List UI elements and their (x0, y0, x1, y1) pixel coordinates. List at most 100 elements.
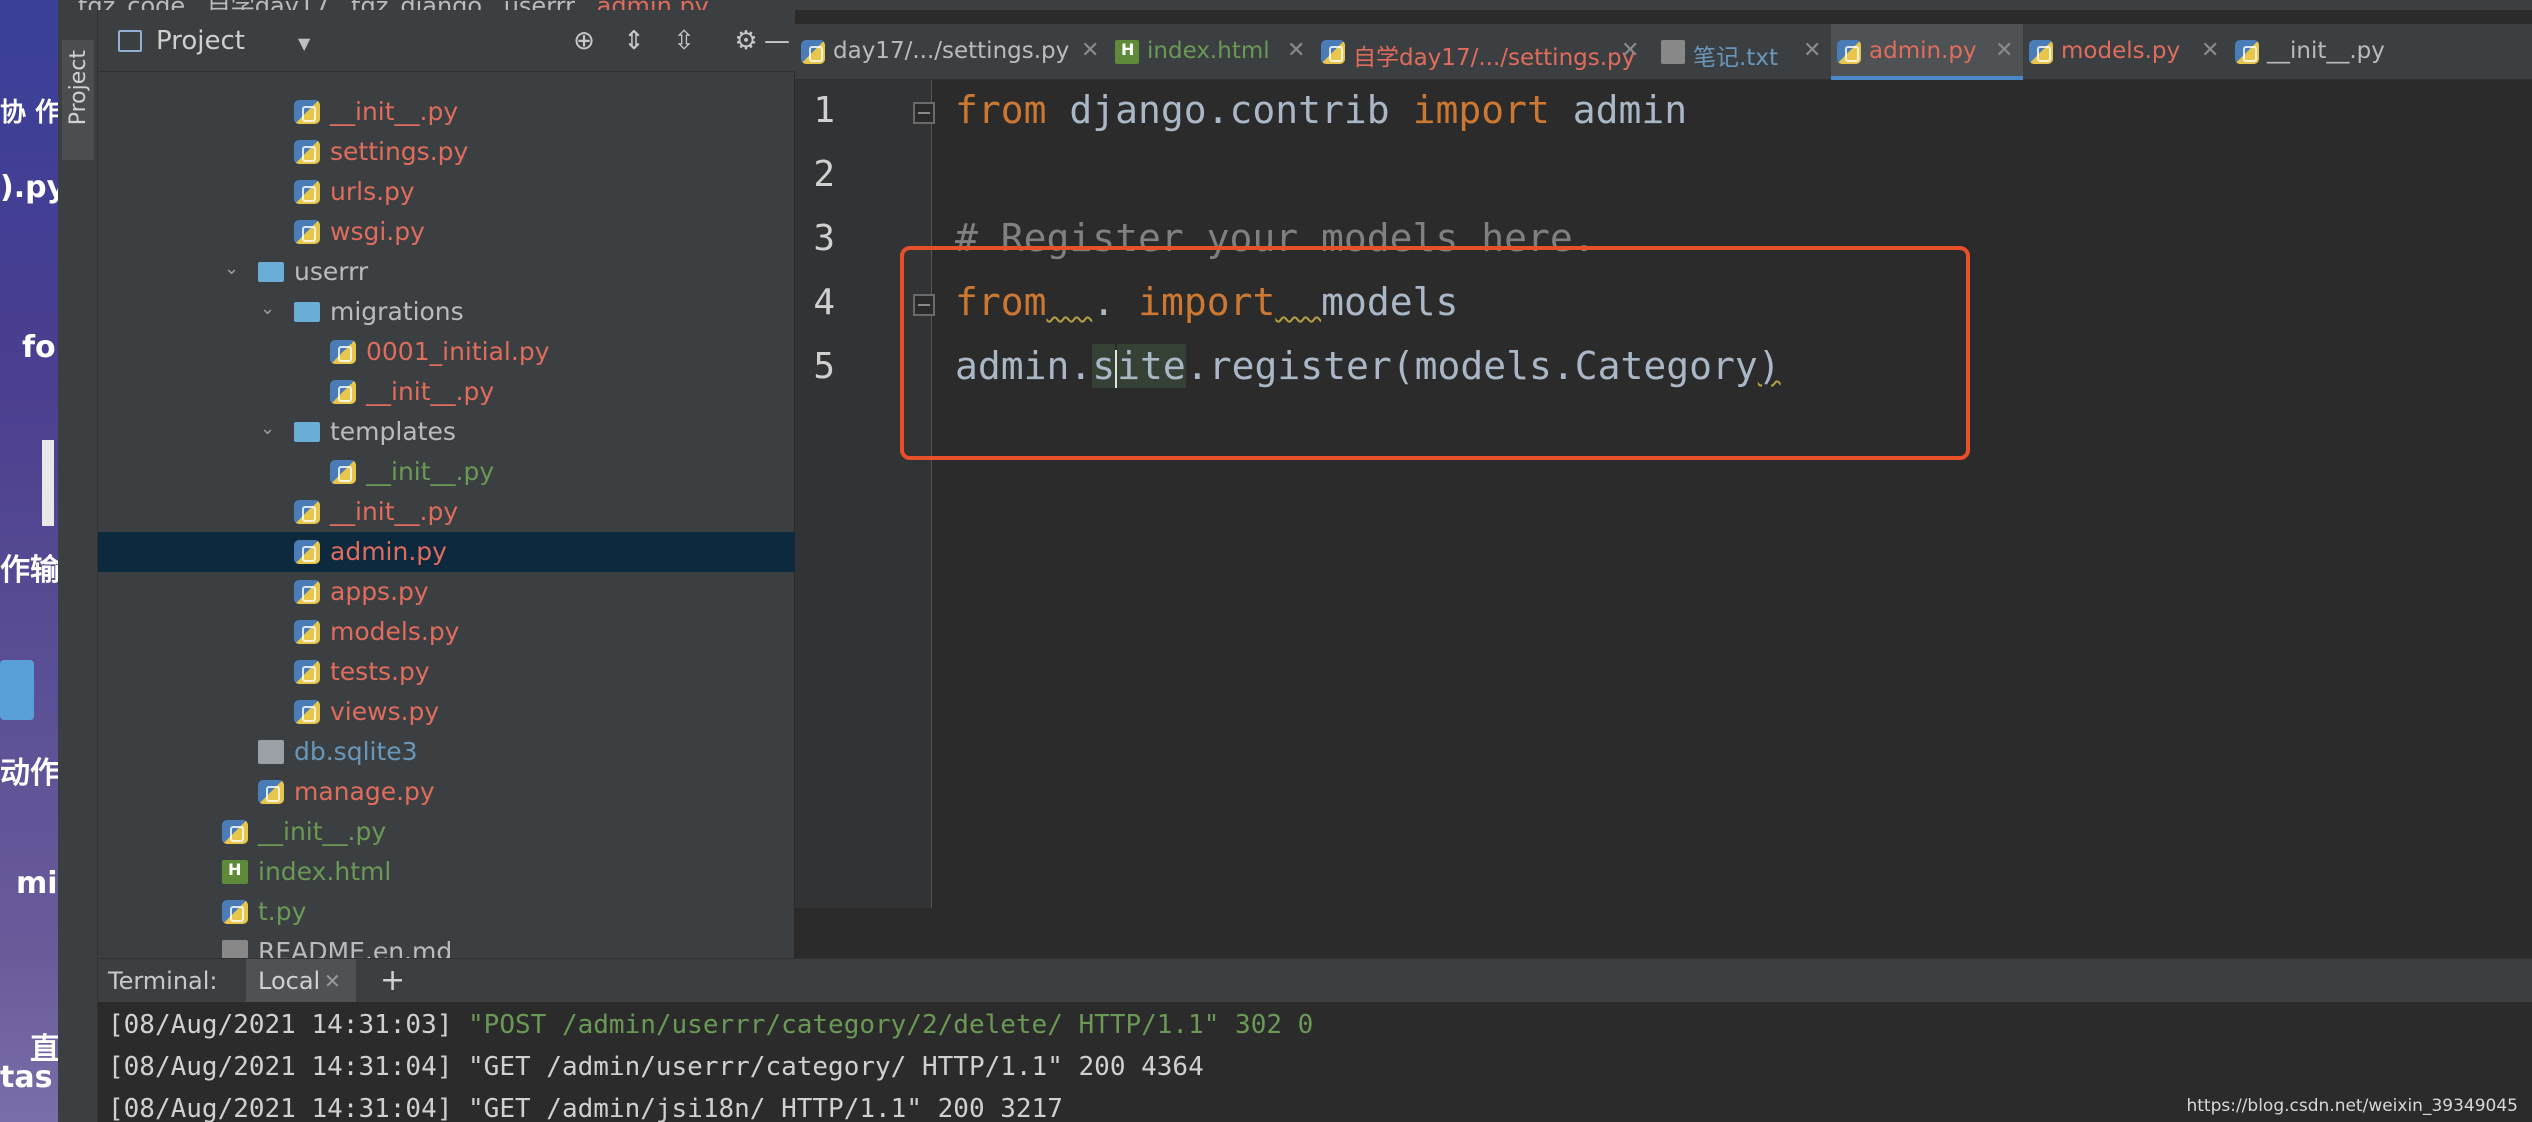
line-number: 4 (813, 282, 835, 323)
tab-models-py[interactable]: models.py ✕ (2023, 24, 2229, 80)
python-file-icon (294, 620, 320, 644)
fold-marker-icon[interactable] (913, 102, 935, 124)
python-file-icon (258, 780, 284, 804)
tab-label: models.py (2061, 38, 2181, 64)
tab-admin-py[interactable]: admin.py ✕ (1831, 24, 2023, 80)
tree-item[interactable]: manage.py (98, 772, 795, 812)
tree-item[interactable]: models.py (98, 612, 795, 652)
html-file-icon (1115, 40, 1139, 64)
tree-item[interactable]: __init__.py (98, 492, 795, 532)
module-name: django.contrib (1046, 88, 1413, 132)
tree-item-label: userrr (294, 257, 369, 286)
tree-item[interactable]: t.py (98, 892, 795, 932)
tree-item[interactable]: views.py (98, 692, 795, 732)
identifier: admin (1549, 88, 1688, 132)
project-panel-title[interactable]: Project (156, 26, 245, 56)
chevron-down-icon[interactable]: ⌄ (224, 258, 244, 279)
terminal-line: [08/Aug/2021 14:31:04] "GET /admin/jsi18… (108, 1094, 1063, 1122)
close-icon[interactable]: ✕ (1081, 38, 1099, 63)
tab-label: 笔记.txt (1693, 45, 1778, 71)
python-file-icon (294, 660, 320, 684)
add-terminal-icon[interactable]: + (380, 963, 405, 998)
expand-all-icon[interactable]: ⇕ (616, 24, 652, 58)
hide-panel-icon[interactable]: — (762, 24, 792, 58)
close-icon[interactable]: ✕ (1803, 38, 1821, 63)
python-file-icon (801, 40, 825, 64)
tree-item[interactable]: __init__.py (98, 812, 795, 852)
tree-folder-userrr[interactable]: ⌄ userrr (98, 252, 795, 292)
log-timestamp: [08/Aug/2021 14:31:03] (108, 1010, 469, 1040)
python-file-icon (294, 220, 320, 244)
terminal-line: [08/Aug/2021 14:31:04] "GET /admin/userr… (108, 1052, 1204, 1082)
terminal-output[interactable]: [08/Aug/2021 14:31:03] "POST /admin/user… (98, 1002, 2532, 1122)
folder-icon (294, 422, 320, 442)
python-file-icon (294, 700, 320, 724)
tree-item-label: __init__.py (258, 817, 387, 846)
tab-notes-txt[interactable]: 笔记.txt ✕ (1655, 24, 1831, 80)
tab-init-py[interactable]: __init__.py (2229, 24, 2395, 80)
code-editor[interactable]: 1 2 3 4 5 from django.contrib import adm… (795, 80, 2532, 908)
tree-item[interactable]: __init__.py (98, 92, 795, 132)
tree-folder-migrations[interactable]: ⌄ migrations (98, 292, 795, 332)
line-number: 5 (813, 346, 835, 387)
tab-label: 自学day17/.../settings.py (1353, 45, 1636, 71)
desktop-text-fragment: mi (16, 866, 58, 901)
tab-settings-zixue[interactable]: 自学day17/.../settings.py ✕ (1315, 24, 1655, 80)
tree-item[interactable]: wsgi.py (98, 212, 795, 252)
chevron-down-icon[interactable]: ⌄ (260, 418, 280, 439)
log-timestamp: [08/Aug/2021 14:31:04] (108, 1094, 469, 1122)
close-icon[interactable]: ✕ (1995, 38, 2013, 63)
tree-item[interactable]: __init__.py (98, 372, 795, 412)
project-tool-button[interactable]: Project (62, 40, 94, 160)
watermark-url: https://blog.csdn.net/weixin_39349045 (2186, 1096, 2518, 1116)
tree-item[interactable]: __init__.py (98, 452, 795, 492)
tree-item[interactable]: urls.py (98, 172, 795, 212)
gear-icon[interactable]: ⚙ (728, 24, 764, 58)
tree-item[interactable]: 0001_initial.py (98, 332, 795, 372)
tree-item[interactable]: index.html (98, 852, 795, 892)
folder-icon (258, 262, 284, 282)
python-file-icon (1837, 40, 1861, 64)
tree-item-label: index.html (258, 857, 392, 886)
desktop-app-icon[interactable] (0, 660, 34, 720)
terminal-label: Terminal: (108, 967, 218, 995)
log-message: "POST /admin/userrr/category/2/delete/ H… (468, 1010, 1314, 1040)
tree-item[interactable]: db.sqlite3 (98, 732, 795, 772)
tree-item-label: db.sqlite3 (294, 737, 418, 766)
desktop-text-fragment: ).py (0, 170, 58, 205)
close-icon[interactable]: ✕ (1621, 38, 1639, 63)
tab-label: admin.py (1869, 38, 1977, 64)
tree-item[interactable]: README.en.md (98, 932, 795, 958)
terminal-tab-local[interactable]: Local ✕ (246, 959, 356, 1003)
tree-folder-templates[interactable]: ⌄ templates (98, 412, 795, 452)
tree-item[interactable]: settings.py (98, 132, 795, 172)
tree-item-label: apps.py (330, 577, 429, 606)
tree-item-selected[interactable]: admin.py (98, 532, 795, 572)
project-panel-header: Project ▼ ⊕ ⇕ ⇳ ⚙ — (98, 10, 795, 72)
tab-index-html[interactable]: index.html ✕ (1109, 24, 1315, 80)
tab-label: day17/.../settings.py (833, 38, 1070, 64)
breadcrumb: tqz_code 自学day17 tqz_django userrr admin… (58, 0, 2532, 20)
python-file-icon (2029, 40, 2053, 64)
terminal-tab-label: Local (258, 967, 321, 995)
log-message: "GET /admin/jsi18n/ HTTP/1.1" 200 3217 (468, 1094, 1063, 1122)
line-number: 2 (813, 154, 835, 195)
collapse-all-icon[interactable]: ⇳ (666, 24, 702, 58)
locate-file-icon[interactable]: ⊕ (566, 24, 602, 58)
annotation-highlight-box (900, 246, 1970, 460)
python-file-icon (294, 100, 320, 124)
chevron-down-icon[interactable]: ▼ (298, 34, 310, 53)
close-icon[interactable]: ✕ (324, 969, 341, 993)
desktop-text-fragment: tas (0, 1060, 53, 1095)
tree-item[interactable]: tests.py (98, 652, 795, 692)
log-timestamp: [08/Aug/2021 14:31:04] (108, 1052, 469, 1082)
tab-settings-day17[interactable]: day17/.../settings.py ✕ (795, 24, 1109, 80)
close-icon[interactable]: ✕ (2201, 38, 2219, 63)
folder-icon (294, 302, 320, 322)
tree-item[interactable]: apps.py (98, 572, 795, 612)
tree-item-label: __init__.py (366, 377, 495, 406)
chevron-down-icon[interactable]: ⌄ (260, 298, 280, 319)
close-icon[interactable]: ✕ (1287, 38, 1305, 63)
tree-item-label: templates (330, 417, 456, 446)
python-file-icon (1321, 40, 1345, 64)
